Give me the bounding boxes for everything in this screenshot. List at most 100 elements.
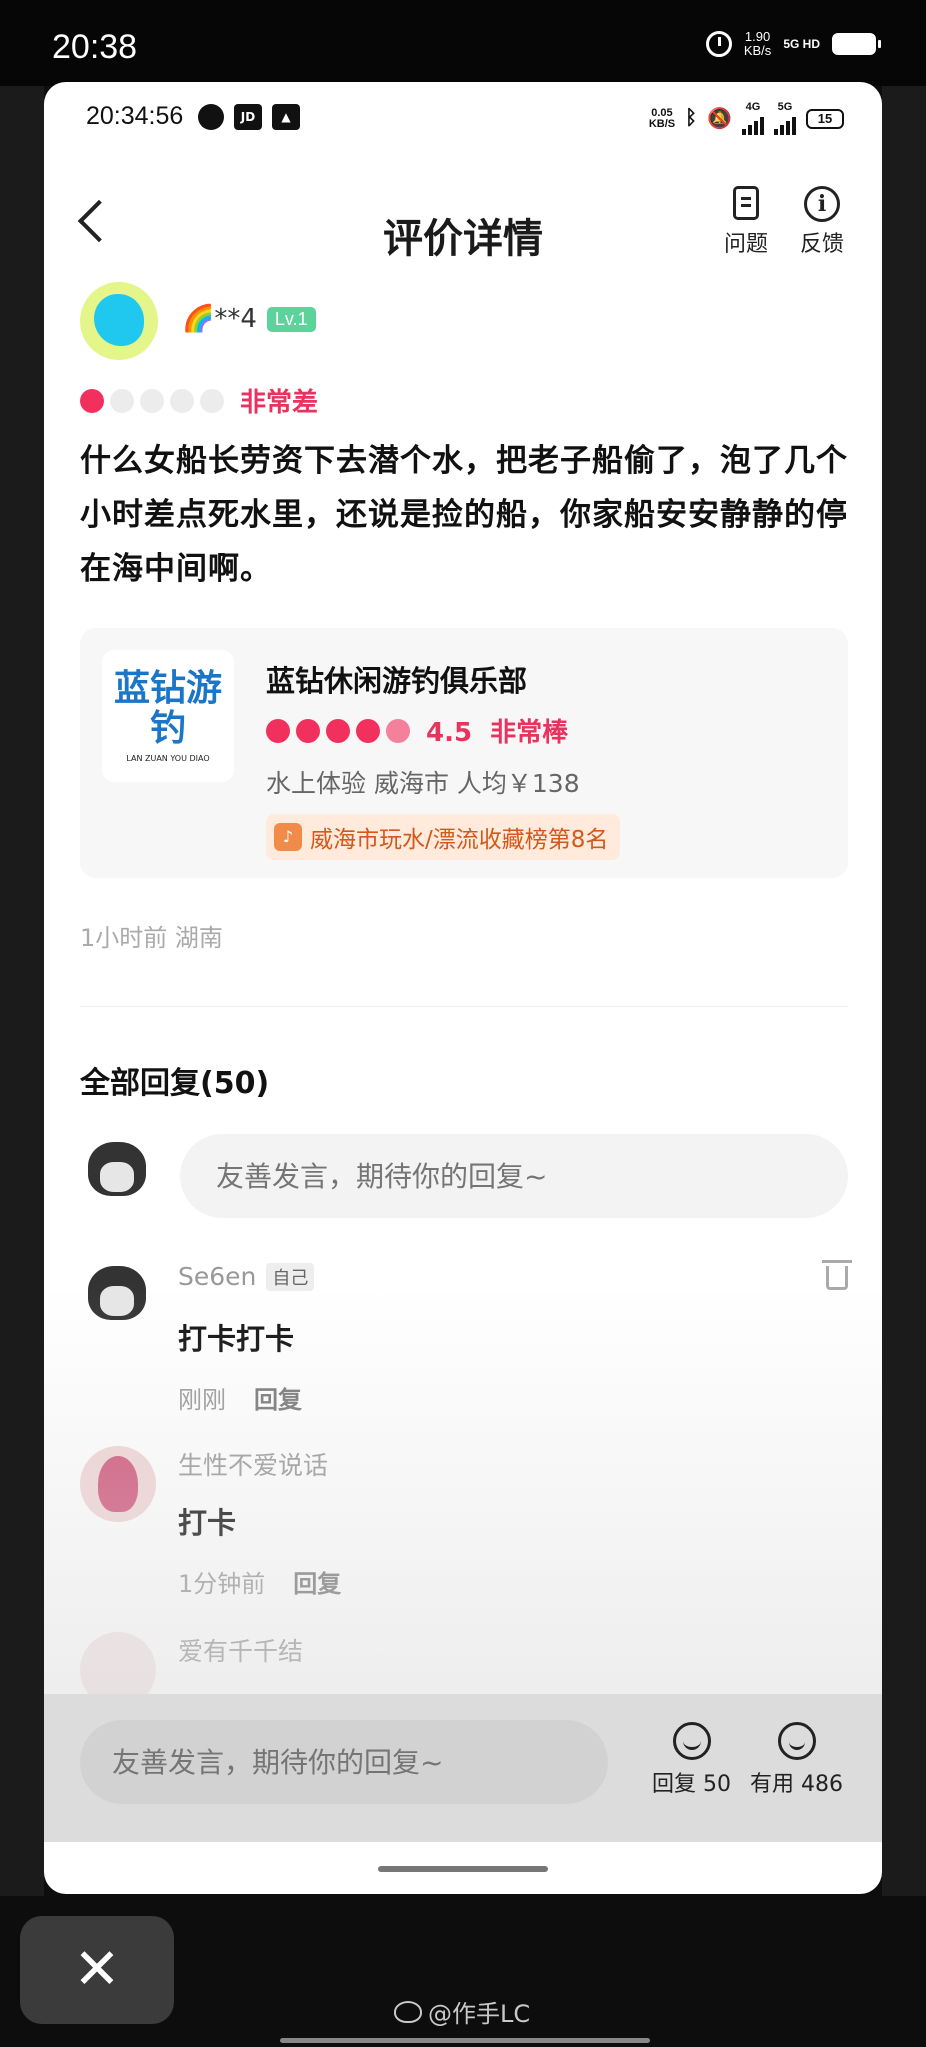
inner-speed-value: 0.05: [651, 106, 673, 119]
question-button[interactable]: 问题: [716, 186, 776, 258]
shop-rank-text: 威海市玩水/漂流收藏榜第8名: [310, 827, 609, 853]
level-badge: Lv.1: [266, 306, 316, 332]
heart-icon: [200, 388, 224, 413]
reviewer-avatar[interactable]: [80, 282, 158, 360]
commenter-name[interactable]: 爱有千千结: [178, 1632, 303, 1668]
shop-score-text: 非常棒: [490, 718, 569, 748]
commenter-info: 生性不爱说话: [178, 1446, 328, 1482]
my-avatar: [80, 1138, 156, 1214]
reply-link[interactable]: 回复: [293, 1564, 341, 1599]
heart-icon: [356, 718, 380, 743]
question-label: 问题: [723, 232, 768, 257]
comment-item: 生性不爱说话 打卡 1分钟前 回复: [80, 1446, 848, 1606]
comment-item: 爱有千千结: [80, 1632, 848, 1694]
net-5g-label: 5G: [777, 101, 793, 113]
side-strip-right: [882, 86, 926, 1896]
heart-icon: [80, 388, 104, 413]
watermark-text: @作手LC: [428, 2000, 531, 2028]
comment-time: 1分钟前: [178, 1570, 266, 1598]
divider: [80, 1006, 848, 1007]
comment-bubble-icon: [672, 1722, 711, 1760]
comment-text: 打卡打卡: [178, 1322, 295, 1356]
heart-icon: [326, 718, 350, 743]
inner-status-icons: 0.05 KB/S ᛒ 🔕 4G 5G 15: [649, 102, 844, 135]
notification-dot-icon: [198, 104, 224, 130]
commenter-name[interactable]: 生性不爱说话: [178, 1446, 328, 1482]
feedback-label: 反馈: [799, 232, 844, 257]
watermark: @作手LC: [394, 1994, 530, 2029]
battery-icon: [832, 33, 881, 55]
heart-icon: [140, 388, 164, 413]
commenter-name[interactable]: Se6en: [178, 1262, 256, 1291]
useful-button[interactable]: 有用 486: [750, 1722, 843, 1798]
document-icon: [733, 186, 759, 220]
notification-icons: JD ▲: [198, 104, 300, 130]
feedback-button[interactable]: i 反馈: [792, 186, 852, 258]
net-4g-label: 4G: [745, 101, 761, 113]
self-tag: 自己: [266, 1262, 315, 1291]
comment-meta: 刚刚 回复: [178, 1380, 302, 1415]
network-speed: 1.90 KB/s: [744, 30, 771, 58]
battery-level: 15: [806, 108, 844, 129]
reviewer-info: 🌈**4 Lv.1: [182, 304, 316, 334]
comment-time: 刚刚: [178, 1386, 226, 1414]
shop-card[interactable]: 蓝钻游钓 LAN ZUAN YOU DIAO 蓝钻休闲游钓俱乐部 4.5 非常棒…: [80, 628, 848, 878]
close-button[interactable]: ✕: [20, 1916, 174, 2024]
outer-status-icons: 1.90 KB/s 5G HD: [705, 30, 881, 58]
side-strip-left: [0, 86, 44, 1896]
bluetooth-icon: ᛒ: [685, 107, 698, 129]
shop-rating: 4.5 非常棒: [266, 712, 568, 749]
rating-text: 非常差: [240, 388, 319, 418]
commenter-avatar[interactable]: [80, 1632, 156, 1694]
commenter-avatar[interactable]: [80, 1446, 156, 1522]
heart-icon: [170, 388, 194, 413]
replies-title: 全部回复(50): [80, 1066, 270, 1101]
shop-logo: 蓝钻游钓 LAN ZUAN YOU DIAO: [102, 650, 234, 782]
comment-item: Se6en 自己 打卡打卡 刚刚 回复: [80, 1260, 852, 1422]
commenter-avatar[interactable]: [80, 1262, 156, 1338]
reply-count-button[interactable]: 回复 50: [652, 1722, 731, 1798]
reply-input-bottom[interactable]: [80, 1720, 608, 1804]
reply-count-label: 回复 50: [652, 1772, 731, 1797]
signal-bars-icon: [774, 113, 796, 135]
reply-input-top[interactable]: [180, 1134, 848, 1218]
comment-text: 打卡: [178, 1506, 237, 1540]
commenter-info: 爱有千千结: [178, 1632, 303, 1668]
inner-speed-unit: KB/S: [648, 117, 676, 130]
delete-icon[interactable]: [822, 1260, 852, 1290]
weibo-icon: [394, 2000, 422, 2023]
home-indicator[interactable]: [378, 1866, 548, 1872]
commenter-info: Se6en 自己: [178, 1262, 315, 1291]
douyin-icon: ♪: [274, 823, 302, 851]
heart-icon: [110, 388, 134, 413]
shop-logo-text: 蓝钻游钓: [113, 667, 222, 749]
reviewer-name[interactable]: 🌈**4: [182, 304, 257, 334]
signal-bars-icon: [742, 113, 764, 135]
review-content: 什么女船长劳资下去潜个水，把老子船偷了，泡了几个小时差点死水里，还说是捡的船，你…: [80, 443, 848, 587]
signal-4g: 4G: [742, 102, 764, 135]
inner-status-bar: 20:34:56 JD ▲ 0.05 KB/S ᛒ 🔕 4G 5G 15: [44, 82, 882, 154]
useful-count-label: 有用 486: [750, 1772, 843, 1797]
inner-speed: 0.05 KB/S: [648, 106, 676, 130]
speed-unit: KB/s: [743, 43, 772, 58]
mute-icon: 🔕: [707, 108, 732, 130]
alarm-icon: [705, 31, 732, 57]
screenshot-card: 20:34:56 JD ▲ 0.05 KB/S ᛒ 🔕 4G 5G 15 评价详…: [44, 82, 882, 1894]
network-type: 5G HD: [783, 36, 820, 51]
heart-icon: [296, 718, 320, 743]
comment-meta: 1分钟前 回复: [178, 1564, 341, 1599]
shop-meta: 水上体验 威海市 人均￥138: [266, 769, 580, 798]
outer-clock: 20:38: [52, 28, 138, 66]
outer-status-bar: 20:38 1.90 KB/s 5G HD: [0, 0, 926, 86]
shop-score-value: 4.5: [426, 718, 473, 748]
navigation-bar: 评价详情 问题 i 反馈: [44, 172, 882, 282]
post-time-location: 1小时前 湖南: [80, 924, 223, 952]
shop-rank-badge[interactable]: ♪ 威海市玩水/漂流收藏榜第8名: [266, 814, 621, 860]
reply-link[interactable]: 回复: [254, 1380, 302, 1415]
bottom-action-bar: 回复 50 有用 486: [44, 1694, 882, 1842]
shop-name: 蓝钻休闲游钓俱乐部: [266, 664, 528, 698]
image-app-icon: ▲: [272, 104, 300, 130]
heart-icon: [266, 718, 290, 743]
signal-5g: 5G: [774, 102, 796, 135]
heart-half-icon: [386, 718, 410, 743]
